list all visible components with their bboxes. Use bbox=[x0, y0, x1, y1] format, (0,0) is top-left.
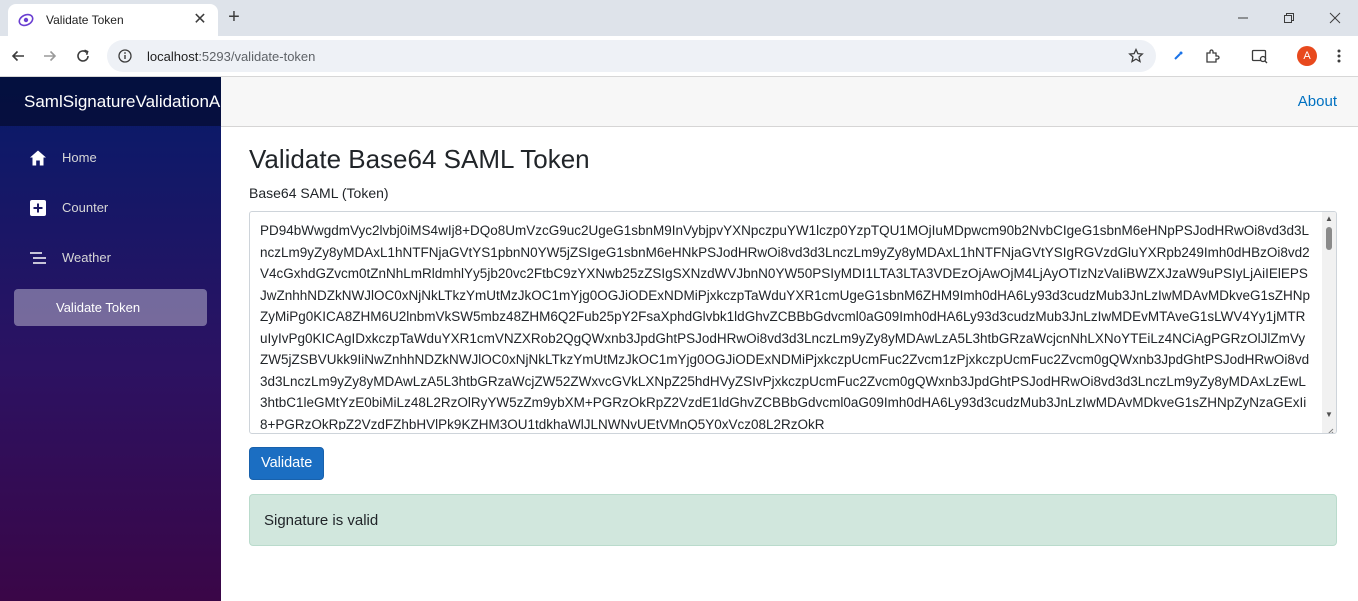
forward-arrow-icon[interactable] bbox=[36, 42, 64, 70]
main-content: Validate Base64 SAML Token Base64 SAML (… bbox=[249, 127, 1337, 546]
back-arrow-icon[interactable] bbox=[4, 42, 32, 70]
more-menu-icon[interactable] bbox=[1327, 44, 1351, 68]
nav-label-home: Home bbox=[62, 150, 97, 165]
address-bar[interactable]: localhost:5293/validate-token bbox=[107, 40, 1156, 72]
nav-label-counter: Counter bbox=[62, 200, 109, 215]
browser-tab-active[interactable]: Validate Token ✕ bbox=[8, 4, 218, 36]
tab-close-icon[interactable]: ✕ bbox=[192, 12, 208, 28]
result-message: Signature is valid bbox=[264, 511, 379, 529]
browser-toolbar: localhost:5293/validate-token A bbox=[0, 36, 1358, 77]
extensions-puzzle-icon[interactable] bbox=[1200, 44, 1224, 68]
tab-title: Validate Token bbox=[46, 13, 124, 27]
url-host: localhost bbox=[147, 48, 199, 64]
token-textarea[interactable]: PD94bWwgdmVyc2lvbj0iMS4wIj8+DQo8UmVzcG9u… bbox=[249, 211, 1337, 434]
blazor-favicon-icon bbox=[18, 12, 34, 28]
brand-bar: SamlSignatureValidationApp bbox=[0, 77, 221, 126]
cast-search-icon[interactable] bbox=[1248, 44, 1272, 68]
profile-avatar[interactable]: A bbox=[1297, 46, 1317, 66]
app-brand[interactable]: SamlSignatureValidationApp bbox=[24, 92, 221, 112]
restore-icon[interactable] bbox=[1266, 0, 1312, 36]
bookmark-star-icon[interactable] bbox=[1126, 46, 1146, 66]
new-tab-icon[interactable]: + bbox=[224, 7, 244, 28]
nav-item-validate-token[interactable]: Validate Token bbox=[14, 289, 207, 326]
scroll-down-arrow-icon[interactable]: ▼ bbox=[1325, 411, 1333, 419]
sidebar: SamlSignatureValidationApp Home Counter … bbox=[0, 77, 221, 601]
top-row: About bbox=[221, 77, 1358, 127]
reload-icon[interactable] bbox=[69, 42, 97, 70]
nav-label-validate-token: Validate Token bbox=[56, 300, 141, 315]
resize-grip-icon[interactable] bbox=[1326, 423, 1334, 433]
url-text[interactable]: localhost:5293/validate-token bbox=[147, 49, 1126, 64]
nav-item-counter[interactable]: Counter bbox=[14, 189, 207, 226]
textarea-scrollbar[interactable]: ▲ ▼ bbox=[1322, 212, 1336, 433]
scroll-thumb[interactable] bbox=[1326, 227, 1332, 250]
window-controls bbox=[1220, 0, 1358, 36]
nav-label-weather: Weather bbox=[62, 250, 111, 265]
validate-button[interactable]: Validate bbox=[249, 447, 325, 480]
scroll-up-arrow-icon[interactable]: ▲ bbox=[1325, 215, 1333, 223]
about-link[interactable]: About bbox=[1298, 93, 1337, 110]
url-path: :5293/validate-token bbox=[198, 48, 316, 64]
home-icon bbox=[28, 148, 48, 168]
token-field-label: Base64 SAML (Token) bbox=[249, 185, 389, 201]
nav-item-weather[interactable]: Weather bbox=[14, 239, 207, 276]
browser-tabstrip: Validate Token ✕ + bbox=[0, 0, 1358, 36]
nav-menu: Home Counter Weather Validate Token bbox=[0, 126, 221, 326]
token-textarea-value[interactable]: PD94bWwgdmVyc2lvbj0iMS4wIj8+DQo8UmVzcG9u… bbox=[260, 220, 1310, 430]
close-window-icon[interactable] bbox=[1312, 0, 1358, 36]
nav-item-home[interactable]: Home bbox=[14, 139, 207, 176]
minimize-icon[interactable] bbox=[1220, 0, 1266, 36]
extension-indicator-icon[interactable] bbox=[1166, 44, 1190, 68]
result-alert: Signature is valid bbox=[249, 494, 1337, 546]
list-icon bbox=[28, 248, 48, 268]
site-info-icon[interactable] bbox=[117, 48, 133, 64]
page-title: Validate Base64 SAML Token bbox=[249, 144, 590, 174]
plus-square-icon bbox=[28, 198, 48, 218]
